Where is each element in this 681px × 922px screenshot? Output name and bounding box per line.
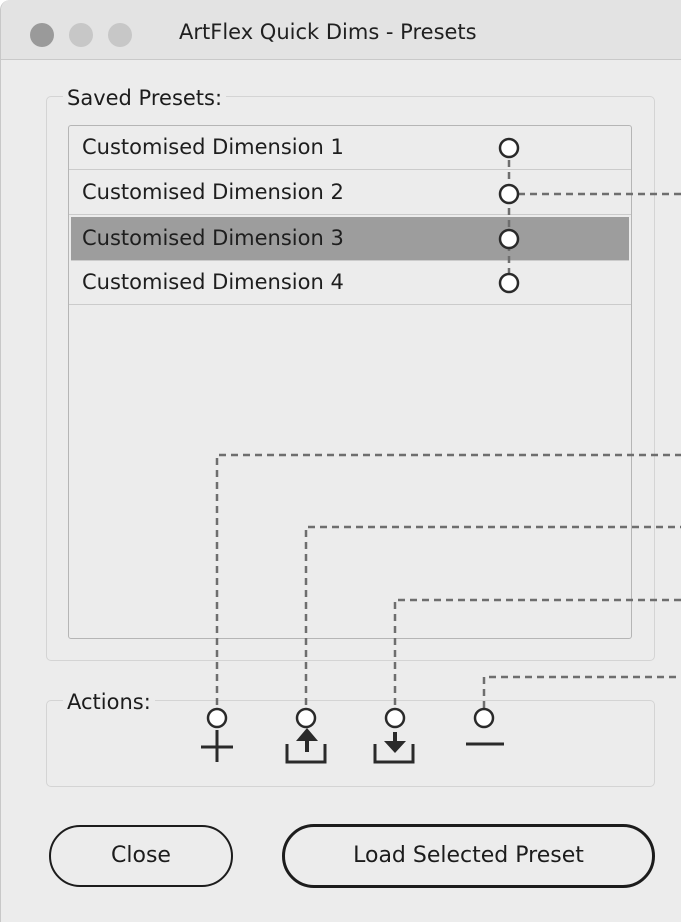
preset-row[interactable]: Customised Dimension 4 xyxy=(69,261,631,305)
window-title: ArtFlex Quick Dims - Presets xyxy=(179,20,477,44)
preset-row[interactable]: Customised Dimension 1 xyxy=(69,126,631,170)
load-selected-preset-button[interactable]: Load Selected Preset xyxy=(282,824,655,888)
zoom-window-button[interactable] xyxy=(108,23,132,47)
remove-icon[interactable] xyxy=(462,720,506,764)
title-bar[interactable]: ArtFlex Quick Dims - Presets xyxy=(1,0,681,60)
presets-list[interactable]: Customised Dimension 1 Customised Dimens… xyxy=(68,125,632,639)
close-window-button[interactable] xyxy=(30,23,54,47)
minimize-window-button[interactable] xyxy=(69,23,93,47)
actions-label: Actions: xyxy=(63,690,155,714)
export-icon[interactable] xyxy=(285,720,329,764)
add-icon[interactable] xyxy=(195,720,239,764)
close-button[interactable]: Close xyxy=(49,825,233,887)
import-icon[interactable] xyxy=(373,720,417,764)
preset-row-label: Customised Dimension 1 xyxy=(82,135,344,159)
preset-row-selected[interactable]: Customised Dimension 3 xyxy=(71,217,629,261)
presets-window: ArtFlex Quick Dims - Presets Saved Prese… xyxy=(0,0,681,922)
preset-row[interactable]: Customised Dimension 2 xyxy=(69,171,631,215)
preset-row-label: Customised Dimension 4 xyxy=(82,270,344,294)
preset-row-label: Customised Dimension 2 xyxy=(82,180,344,204)
saved-presets-label: Saved Presets: xyxy=(63,86,227,110)
preset-row-label: Customised Dimension 3 xyxy=(82,226,344,250)
